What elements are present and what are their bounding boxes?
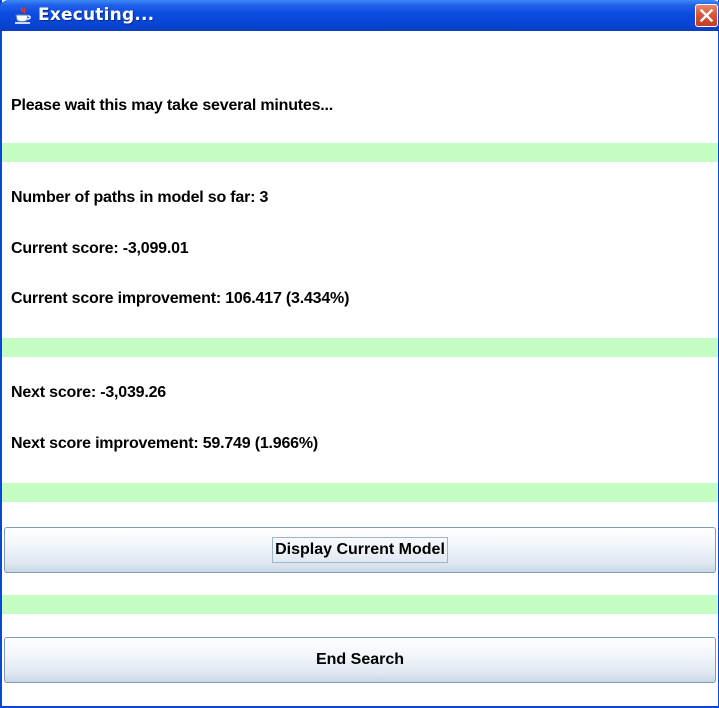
display-current-model-label: Display Current Model <box>272 536 448 563</box>
separator <box>2 483 718 502</box>
current-improvement-label: Current score improvement: 106.417 (3.43… <box>11 290 350 307</box>
close-button[interactable] <box>695 4 718 27</box>
separator <box>2 143 718 162</box>
separator <box>2 338 718 357</box>
end-search-label: End Search <box>315 651 405 668</box>
window-title: Executing... <box>38 5 155 25</box>
current-score-label: Current score: -3,099.01 <box>11 240 189 257</box>
separator <box>2 595 718 614</box>
next-score-label: Next score: -3,039.26 <box>11 384 167 401</box>
wait-message: Please wait this may take several minute… <box>11 97 334 114</box>
java-coffee-cup-icon <box>15 6 31 24</box>
close-icon <box>700 9 713 22</box>
executing-dialog: Executing... Please wait this may take s… <box>0 0 719 708</box>
paths-count-label: Number of paths in model so far: 3 <box>11 189 269 206</box>
display-current-model-button[interactable]: Display Current Model <box>4 527 716 573</box>
end-search-button[interactable]: End Search <box>4 637 716 683</box>
next-improvement-label: Next score improvement: 59.749 (1.966%) <box>11 435 319 452</box>
title-bar[interactable]: Executing... <box>0 0 719 31</box>
